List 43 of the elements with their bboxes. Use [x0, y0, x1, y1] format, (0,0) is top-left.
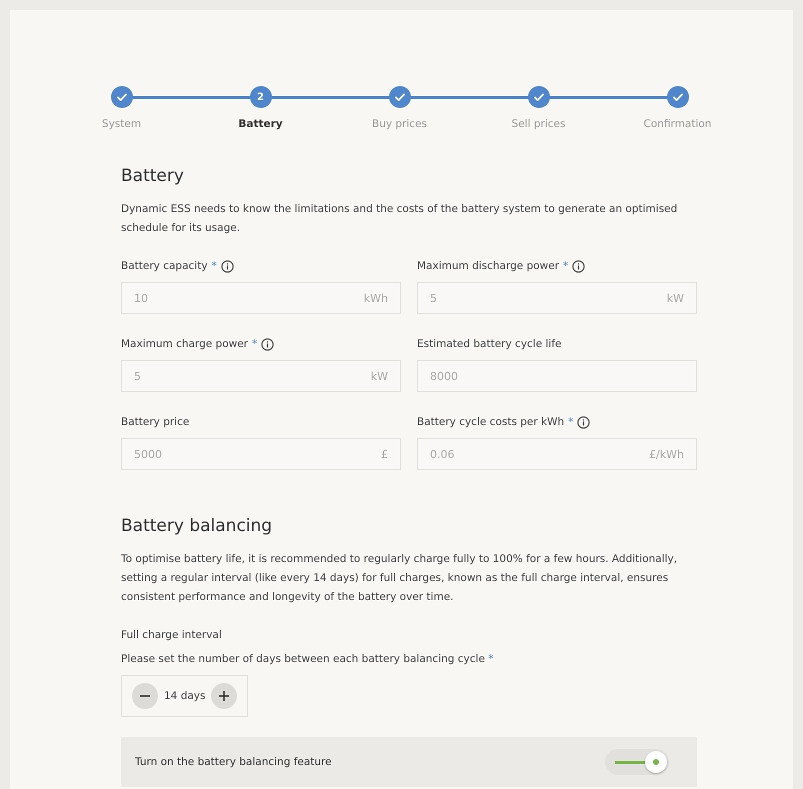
- required-mark: *: [252, 338, 258, 350]
- info-icon[interactable]: [220, 260, 234, 272]
- info-icon[interactable]: [577, 416, 590, 428]
- step-label[interactable]: Confirmation: [644, 118, 712, 130]
- info-icon[interactable]: [572, 260, 586, 272]
- step-label[interactable]: System: [102, 118, 142, 130]
- input-field[interactable]: 5 kW: [417, 282, 697, 314]
- stepper-value: 14 days: [164, 690, 206, 702]
- step-check-icon[interactable]: [110, 86, 132, 108]
- field-label: Battery cycle costs per kWh: [417, 416, 564, 428]
- field-label: Battery capacity: [121, 260, 208, 272]
- plus-icon: [218, 690, 230, 702]
- required-mark: *: [488, 653, 494, 665]
- section-title: Battery balancing: [121, 516, 274, 536]
- field-label: Maximum discharge power: [417, 260, 560, 272]
- input-field[interactable]: 5000 £: [121, 438, 401, 470]
- subsection-title: Full charge interval: [121, 629, 223, 641]
- step-check-icon[interactable]: [528, 86, 550, 108]
- step-check-icon[interactable]: [666, 86, 688, 108]
- required-mark: *: [568, 416, 574, 428]
- step-check-icon[interactable]: [388, 86, 410, 108]
- field-label: Maximum charge power: [121, 338, 248, 350]
- step-label[interactable]: Battery: [238, 118, 283, 130]
- input-field[interactable]: 10 kWh: [121, 282, 401, 314]
- section-description: To optimise battery life, it is recommended to regularly charge fully to 100% for a few hours. Additionally, setting a regular interval (like every 14 days) for full charges, known as the full charge interval, ensures consistent performance and longevity of the battery over time.: [121, 552, 678, 605]
- field-label: Please set the number of days between each battery balancing cycle: [121, 653, 485, 665]
- step-number[interactable]: 2: [250, 86, 272, 108]
- field-label: Battery price: [121, 416, 190, 428]
- input-field[interactable]: 0.06 £/kWh: [417, 438, 697, 470]
- section-description: Dynamic ESS needs to know the limitations and the costs of the battery system to generate an optimised schedule for its usage.: [121, 202, 678, 236]
- required-mark: *: [563, 260, 568, 272]
- input-field[interactable]: 5 kW: [121, 360, 401, 392]
- step-label[interactable]: Sell prices: [512, 118, 566, 130]
- minus-button[interactable]: [132, 683, 158, 709]
- step-label[interactable]: Buy prices: [372, 118, 427, 130]
- plus-button[interactable]: [211, 683, 238, 709]
- required-mark: *: [212, 260, 217, 272]
- toggle-switch[interactable]: [605, 749, 669, 775]
- toggle-label: Turn on the battery balancing feature: [135, 756, 332, 768]
- field-label: Estimated battery cycle life: [417, 338, 562, 350]
- info-icon[interactable]: [261, 338, 274, 350]
- section-title: Battery: [121, 166, 185, 186]
- input-field[interactable]: 8000: [417, 360, 697, 392]
